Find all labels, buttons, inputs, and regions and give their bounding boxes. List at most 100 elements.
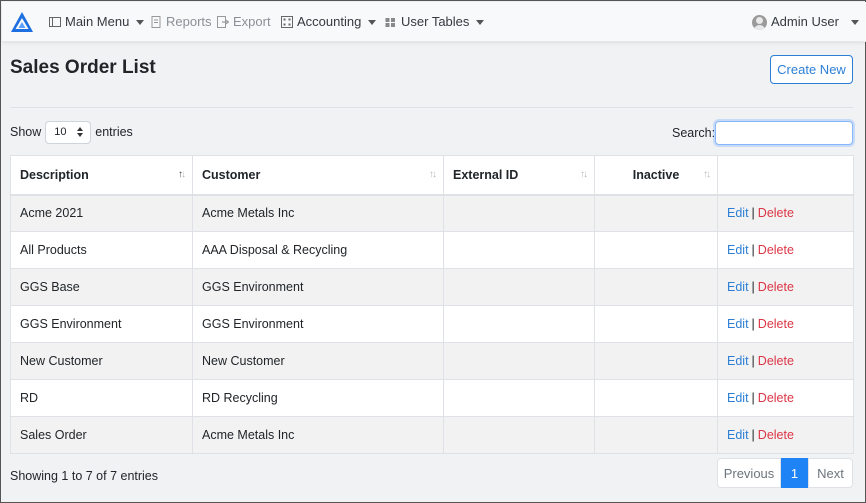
action-separator: | xyxy=(751,354,755,368)
column-header-label: Customer xyxy=(202,167,261,182)
nav-export[interactable]: Export xyxy=(217,14,271,30)
delete-link[interactable]: Delete xyxy=(758,243,794,257)
action-separator: | xyxy=(751,206,755,221)
column-header-actions xyxy=(717,155,854,196)
table-icon xyxy=(385,18,395,27)
cell-description: All Products xyxy=(10,231,193,269)
menu-icon xyxy=(49,17,61,27)
app-logo-icon[interactable] xyxy=(10,11,34,33)
column-header-external-id[interactable]: External ID ↑↓ xyxy=(443,155,595,196)
next-page-button[interactable]: Next xyxy=(808,458,853,488)
edit-link[interactable]: Edit xyxy=(727,354,749,368)
cell-customer: GGS Environment xyxy=(192,305,444,343)
report-icon xyxy=(151,16,161,28)
page-1-button[interactable]: 1 xyxy=(781,458,808,488)
sort-icon: ↑↓ xyxy=(429,169,437,180)
nav-user-menu[interactable]: Admin User xyxy=(752,14,859,30)
table-row: RD RD Recycling Edit | Delete xyxy=(10,379,854,417)
edit-link[interactable]: Edit xyxy=(727,280,749,294)
column-header-inactive[interactable]: Inactive ↑↓ xyxy=(594,155,718,196)
cell-actions: Edit | Delete xyxy=(717,231,854,269)
nav-accounting[interactable]: Accounting xyxy=(281,14,377,30)
nav-user-tables[interactable]: User Tables xyxy=(385,14,485,30)
nav-reports-label: Reports xyxy=(166,14,212,29)
cell-customer: Acme Metals Inc xyxy=(192,416,444,454)
cell-description: GGS Base xyxy=(10,268,193,306)
sort-asc-icon: ↑↓ xyxy=(178,169,186,180)
cell-external-id xyxy=(443,379,595,417)
page-size-control: Show 10 entries xyxy=(10,120,133,144)
cell-customer: GGS Environment xyxy=(192,268,444,306)
nav-export-label: Export xyxy=(233,14,271,29)
table-info: Showing 1 to 7 of 7 entries xyxy=(10,469,159,483)
chevron-down-icon xyxy=(136,20,145,25)
avatar-icon xyxy=(752,14,767,30)
cell-inactive xyxy=(594,194,718,232)
table-row: Acme 2021 Acme Metals Inc Edit | Delete xyxy=(10,194,854,232)
entries-label: entries xyxy=(95,125,133,139)
edit-link[interactable]: Edit xyxy=(727,428,749,442)
nav-main-menu[interactable]: Main Menu xyxy=(49,14,145,30)
cell-description: New Customer xyxy=(10,342,193,380)
delete-link[interactable]: Delete xyxy=(758,206,794,220)
cell-customer: Acme Metals Inc xyxy=(192,194,444,232)
calculator-icon xyxy=(281,16,293,28)
select-arrows-icon xyxy=(77,126,84,138)
table-row: GGS Environment GGS Environment Edit | Delet… xyxy=(10,305,854,343)
chevron-down-icon xyxy=(850,20,859,25)
delete-link[interactable]: Delete xyxy=(758,317,794,331)
cell-external-id xyxy=(443,416,595,454)
cell-inactive xyxy=(594,416,718,454)
nav-user-tables-label: User Tables xyxy=(401,14,470,29)
cell-actions: Edit | Delete xyxy=(717,194,854,232)
chevron-down-icon xyxy=(476,20,485,25)
sort-icon: ↑↓ xyxy=(580,169,588,180)
nav-user-label: Admin User xyxy=(771,14,839,29)
page-size-select[interactable]: 10 xyxy=(45,120,92,144)
action-separator: | xyxy=(751,280,755,294)
table-row: New Customer New Customer Edit | Delete xyxy=(10,342,854,380)
delete-link[interactable]: Delete xyxy=(758,428,794,442)
delete-link[interactable]: Delete xyxy=(758,391,794,405)
cell-actions: Edit | Delete xyxy=(717,305,854,343)
edit-link[interactable]: Edit xyxy=(727,391,749,405)
cell-customer: New Customer xyxy=(192,342,444,380)
column-header-description[interactable]: Description ↑↓ xyxy=(10,155,193,196)
edit-link[interactable]: Edit xyxy=(727,317,749,331)
top-navbar: Main Menu Reports Export Accounting User… xyxy=(2,2,866,42)
cell-external-id xyxy=(443,268,595,306)
search-input[interactable] xyxy=(715,121,853,145)
column-header-label: Description xyxy=(20,167,89,182)
cell-actions: Edit | Delete xyxy=(717,342,854,380)
create-new-button[interactable]: Create New xyxy=(770,55,853,84)
cell-description: Sales Order xyxy=(10,416,193,454)
table-row: Sales Order Acme Metals Inc Edit | Delete xyxy=(10,416,854,454)
column-header-customer[interactable]: Customer ↑↓ xyxy=(192,155,444,196)
page-size-value: 10 xyxy=(54,125,67,138)
table-header-row: Description ↑↓ Customer ↑↓ External ID ↑… xyxy=(10,155,854,196)
delete-link[interactable]: Delete xyxy=(758,354,794,368)
action-separator: | xyxy=(751,317,755,331)
edit-link[interactable]: Edit xyxy=(727,243,749,257)
column-header-label: Inactive xyxy=(632,167,680,182)
sort-icon: ↑↓ xyxy=(703,169,711,180)
app-window: Main Menu Reports Export Accounting User… xyxy=(0,0,866,503)
cell-external-id xyxy=(443,305,595,343)
delete-link[interactable]: Delete xyxy=(758,280,794,294)
pagination: Previous 1 Next xyxy=(717,458,853,488)
cell-customer: RD Recycling xyxy=(192,379,444,417)
previous-page-button[interactable]: Previous xyxy=(717,458,781,488)
chevron-down-icon xyxy=(368,20,377,25)
cell-description: GGS Environment xyxy=(10,305,193,343)
cell-inactive xyxy=(594,379,718,417)
header-divider xyxy=(10,107,853,108)
column-header-label: External ID xyxy=(453,167,519,182)
table-row: All Products AAA Disposal & Recycling Edit… xyxy=(10,231,854,269)
cell-inactive xyxy=(594,231,718,269)
cell-actions: Edit | Delete xyxy=(717,416,854,454)
nav-reports[interactable]: Reports xyxy=(150,14,212,30)
cell-customer: AAA Disposal & Recycling xyxy=(192,231,444,269)
action-separator: | xyxy=(751,391,755,405)
edit-link[interactable]: Edit xyxy=(727,206,749,220)
cell-actions: Edit | Delete xyxy=(717,268,854,306)
